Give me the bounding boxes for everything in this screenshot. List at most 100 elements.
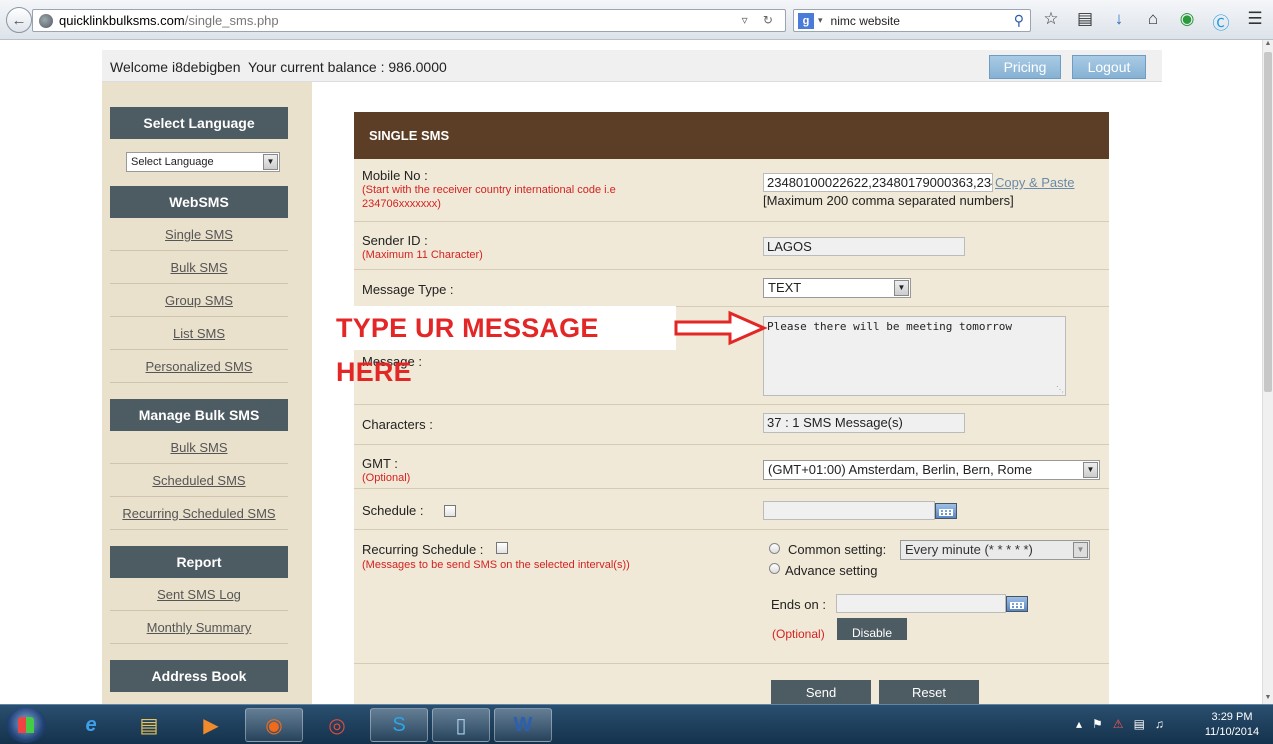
language-select[interactable]: Select Language ▼	[126, 152, 280, 172]
folder-icon[interactable]: ▤	[120, 708, 178, 742]
mobile-hint-example: 234706xxxxxxx)	[362, 198, 441, 210]
extension-icon[interactable]: ◉	[1176, 9, 1198, 34]
media-player-icon[interactable]: ▶	[182, 708, 240, 742]
ie-icon[interactable]: e	[62, 708, 120, 742]
annotation-label: TYPE UR MESSAGE HERE	[332, 306, 676, 387]
page-scrollbar[interactable]: ▲ ▼	[1262, 40, 1273, 704]
sidebar-item-monthly-summary[interactable]: Monthly Summary	[110, 611, 288, 644]
sidebar-item-single-sms[interactable]: Single SMS	[110, 218, 288, 251]
sidebar-item-manage-bulk-sms[interactable]: Bulk SMS	[110, 431, 288, 464]
annotation-arrow-icon	[674, 310, 768, 346]
firefox-icon[interactable]: ◉	[245, 708, 303, 742]
url-bar[interactable]: quicklinkbulksms.com/single_sms.php ▿ ↻	[32, 9, 786, 32]
network-icon[interactable]: ▤	[1134, 717, 1145, 731]
characters-label: Characters :	[362, 417, 433, 432]
pricing-button[interactable]: Pricing	[989, 55, 1061, 79]
clock[interactable]: 3:29 PM 11/10/2014	[1198, 710, 1266, 740]
volume-icon[interactable]: ♫	[1155, 717, 1164, 731]
advance-setting-label: Advance setting	[785, 563, 878, 578]
url-host: quicklinkbulksms.com	[59, 13, 185, 28]
recurring-label: Recurring Schedule :	[362, 542, 484, 557]
chevron-down-icon[interactable]: ▾	[818, 15, 823, 26]
message-type-select[interactable]: TEXT ▼	[763, 278, 911, 298]
skype-taskbar-icon[interactable]: S	[370, 708, 428, 742]
mobile-input[interactable]: 23480100022622,23480179000363,234	[763, 173, 993, 192]
search-icon[interactable]: ⚲	[1014, 12, 1024, 29]
resize-grip-icon[interactable]: ⋱	[1056, 385, 1064, 394]
sender-label: Sender ID :	[362, 233, 428, 248]
logout-button[interactable]: Logout	[1072, 55, 1146, 79]
schedule-date-input[interactable]	[763, 501, 935, 520]
sidebar-item-recurring-scheduled-sms[interactable]: Recurring Scheduled SMS	[110, 497, 288, 530]
language-select-value: Select Language	[131, 156, 214, 168]
characters-row: Characters : 37 : 1 SMS Message(s)	[354, 405, 1109, 445]
schedule-row: Schedule :	[354, 489, 1109, 530]
ends-on-label: Ends on :	[771, 597, 826, 612]
sidebar-item-scheduled-sms[interactable]: Scheduled SMS	[110, 464, 288, 497]
sidebar-heading-report: Report	[110, 546, 288, 578]
mobile-row: Mobile No : (Start with the receiver cou…	[354, 159, 1109, 222]
message-textarea[interactable]: Please there will be meeting tomorrow ⋱	[763, 316, 1066, 396]
schedule-checkbox[interactable]	[444, 505, 456, 517]
advance-setting-radio[interactable]	[769, 563, 780, 574]
notepad-icon[interactable]: ▯	[432, 708, 490, 742]
word-icon[interactable]: W	[494, 708, 552, 742]
scroll-up-icon[interactable]: ▲	[1263, 40, 1273, 50]
chevron-down-icon[interactable]: ▼	[894, 280, 909, 296]
message-text: Please there will be meeting tomorrow	[767, 320, 1013, 333]
common-setting-label: Common setting:	[788, 542, 887, 557]
send-button[interactable]: Send	[771, 680, 871, 704]
search-bar[interactable]: g ▾ nimc website ⚲	[793, 9, 1031, 32]
sidebar-heading-language: Select Language	[110, 107, 288, 139]
back-arrow-icon[interactable]: ←	[6, 7, 32, 33]
sidebar-item-list-sms[interactable]: List SMS	[110, 317, 288, 350]
common-setting-radio[interactable]	[769, 543, 780, 554]
copy-paste-link[interactable]: Copy & Paste	[995, 175, 1075, 190]
common-setting-select[interactable]: Every minute (* * * * *) ▼	[900, 540, 1090, 560]
calendar-icon[interactable]	[1006, 596, 1028, 612]
gmt-value: (GMT+01:00) Amsterdam, Berlin, Bern, Rom…	[768, 462, 1033, 477]
chevron-up-icon[interactable]: ▴	[1076, 717, 1082, 731]
home-icon[interactable]: ⌂	[1142, 9, 1164, 34]
chevron-down-icon[interactable]: ▼	[1073, 542, 1088, 558]
gmt-select[interactable]: (GMT+01:00) Amsterdam, Berlin, Bern, Rom…	[763, 460, 1100, 480]
sidebar-item-sent-sms-log[interactable]: Sent SMS Log	[110, 578, 288, 611]
menu-icon[interactable]: ☰	[1244, 9, 1266, 34]
sender-id-input[interactable]: LAGOS	[763, 237, 965, 256]
reload-icon[interactable]: ▿ ↻	[742, 13, 779, 27]
sidebar-item-group-sms[interactable]: Group SMS	[110, 284, 288, 317]
recurring-row: Recurring Schedule : (Messages to be sen…	[354, 530, 1109, 664]
skype-icon[interactable]: Ⓒ	[1210, 9, 1232, 34]
scroll-down-icon[interactable]: ▼	[1263, 694, 1273, 704]
flag-icon[interactable]: ⚑	[1092, 717, 1103, 731]
clipboard-icon[interactable]: ▤	[1074, 9, 1096, 34]
download-icon[interactable]: ↓	[1108, 9, 1130, 34]
disable-button[interactable]: Disable	[837, 618, 907, 640]
mobile-hint: (Start with the receiver country interna…	[362, 184, 616, 196]
windows-taskbar: e ▤ ▶ ◉ ◎ S ▯ W ▴ ⚑ ⚠ ▤ ♫ 3:29 PM 11/10/…	[0, 704, 1273, 744]
welcome-user: Welcome i8debigben	[110, 59, 241, 75]
reset-button[interactable]: Reset	[879, 680, 979, 704]
search-input[interactable]: nimc website	[831, 14, 900, 28]
gmt-row: GMT : (Optional) (GMT+01:00) Amsterdam, …	[354, 445, 1109, 489]
sidebar-item-personalized-sms[interactable]: Personalized SMS	[110, 350, 288, 383]
gmt-label: GMT :	[362, 456, 398, 471]
alert-icon[interactable]: ⚠	[1113, 717, 1124, 731]
chrome-icon[interactable]: ◎	[308, 708, 366, 742]
sender-hint: (Maximum 11 Character)	[362, 249, 483, 261]
recurring-checkbox[interactable]	[496, 542, 508, 554]
chevron-down-icon[interactable]: ▼	[1083, 462, 1098, 478]
sidebar-item-bulk-sms[interactable]: Bulk SMS	[110, 251, 288, 284]
sidebar-item-manage-group[interactable]: Manage Group	[110, 692, 288, 704]
mobile-label: Mobile No :	[362, 168, 428, 183]
start-button[interactable]	[6, 707, 46, 743]
scrollbar-thumb[interactable]	[1264, 52, 1272, 392]
ends-on-input[interactable]	[836, 594, 1006, 613]
recurring-hint: (Messages to be send SMS on the selected…	[362, 559, 630, 571]
characters-count: 37 : 1 SMS Message(s)	[763, 413, 965, 433]
bookmark-star-icon[interactable]: ☆	[1040, 9, 1062, 34]
common-setting-value: Every minute (* * * * *)	[905, 542, 1033, 557]
calendar-icon[interactable]	[935, 503, 957, 519]
google-icon[interactable]: g	[798, 12, 814, 29]
chevron-down-icon[interactable]: ▼	[263, 154, 278, 170]
